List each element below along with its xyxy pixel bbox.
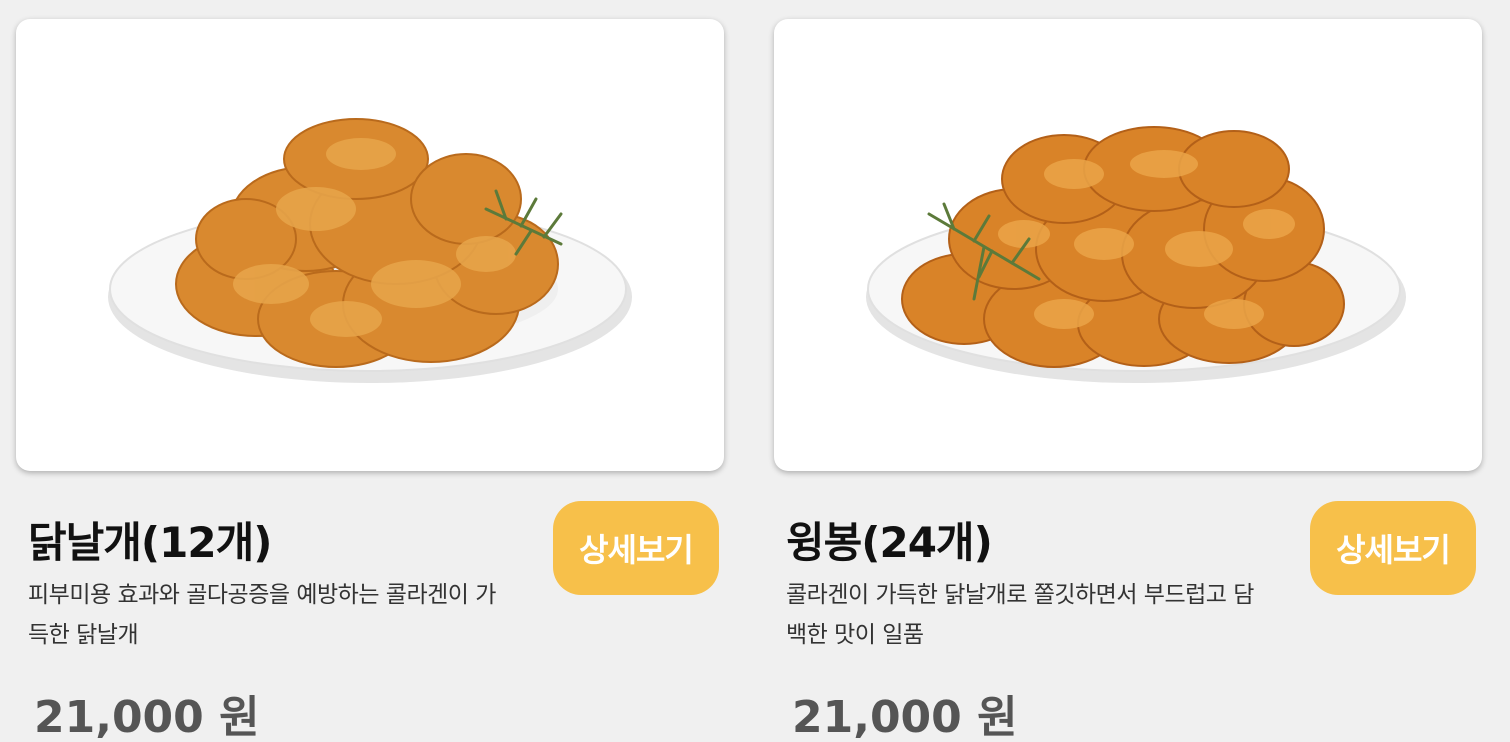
- product-title: 닭날개(12개): [28, 518, 272, 567]
- product-title: 윙봉(24개): [786, 518, 993, 567]
- product-list: 닭날개(12개) 피부미용 효과와 골다공증을 예방하는 콜라겐이 가득한 닭날…: [0, 0, 1510, 742]
- product-image[interactable]: [774, 19, 1482, 471]
- product-description: 콜라겐이 가득한 닭날개로 쫄깃하면서 부드럽고 담백한 맛이 일품: [786, 582, 1254, 648]
- product-price: 21,000 원: [34, 692, 260, 742]
- product-image[interactable]: [16, 19, 724, 471]
- detail-button[interactable]: 상세보기: [1310, 501, 1476, 595]
- product-price: 21,000 원: [792, 692, 1018, 742]
- fried-chicken-image: [108, 118, 632, 383]
- fried-chicken-image: [866, 126, 1406, 383]
- product-card: 윙봉(24개) 콜라겐이 가득한 닭날개로 쫄깃하면서 부드럽고 담백한 맛이 …: [774, 19, 1482, 742]
- product-card: 닭날개(12개) 피부미용 효과와 골다공증을 예방하는 콜라겐이 가득한 닭날…: [16, 19, 724, 742]
- detail-button[interactable]: 상세보기: [553, 501, 719, 595]
- product-description: 피부미용 효과와 골다공증을 예방하는 콜라겐이 가득한 닭날개: [28, 582, 496, 648]
